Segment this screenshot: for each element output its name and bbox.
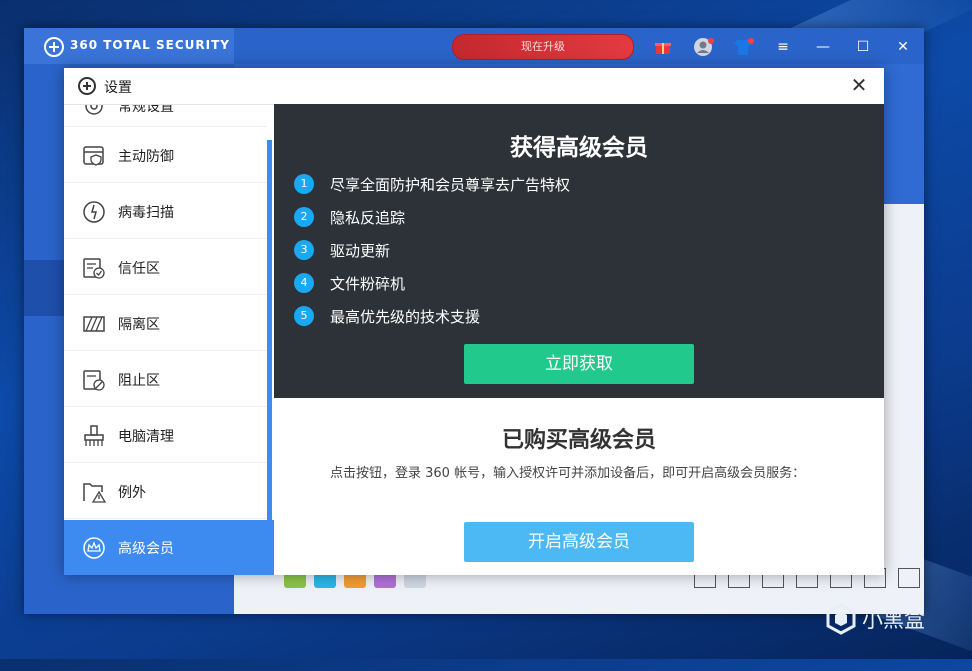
block-zone-icon xyxy=(83,370,105,391)
feature-text: 文件粉碎机 xyxy=(330,275,406,293)
notification-dot xyxy=(708,38,714,44)
nav-item-cleanup[interactable]: 电脑清理 xyxy=(64,408,267,463)
activate-premium-button[interactable]: 开启高级会员 xyxy=(464,522,694,562)
nav-item-virus-scan[interactable]: 病毒扫描 xyxy=(64,184,267,239)
tool-icon[interactable] xyxy=(898,568,920,588)
app-titlebar: 360 TOTAL SECURITY 现在升级 ≡ — ☐ ✕ xyxy=(24,28,924,64)
window-close-button[interactable]: ✕ xyxy=(892,36,914,58)
nav-item-label: 高级会员 xyxy=(118,541,174,557)
minimize-button[interactable]: — xyxy=(812,36,834,58)
nav-item-quarantine[interactable]: 隔离区 xyxy=(64,296,267,351)
nav-item-block-zone[interactable]: 阻止区 xyxy=(64,352,267,407)
app-logo-icon xyxy=(44,37,64,57)
gift-icon[interactable] xyxy=(652,36,674,58)
nav-item-exception[interactable]: 例外 xyxy=(64,464,267,519)
upgrade-button[interactable]: 现在升级 xyxy=(452,34,634,60)
settings-nav: 常规设置 主动防御 病毒扫描 信任区 隔离区 阻止区 电脑清理 例外 高级会员 xyxy=(64,105,274,575)
skin-shirt-icon[interactable] xyxy=(732,36,754,58)
feature-number: 2 xyxy=(294,207,314,227)
nav-item-trust-zone[interactable]: 信任区 xyxy=(64,240,267,295)
feature-text: 尽享全面防护和会员尊享去广告特权 xyxy=(330,176,571,194)
app-title: 360 TOTAL SECURITY xyxy=(70,38,230,52)
nav-item-active-defense[interactable]: 主动防御 xyxy=(64,128,267,183)
nav-item-general[interactable]: 常规设置 xyxy=(64,105,267,127)
exception-icon xyxy=(83,483,106,503)
dialog-title: 设置 xyxy=(104,80,132,96)
upsell-title: 获得高级会员 xyxy=(510,135,648,161)
purchased-panel: 已购买高级会员 点击按钮，登录 360 帐号，输入授权许可并添加设备后，即可开启… xyxy=(274,398,884,575)
feature-number: 4 xyxy=(294,273,314,293)
notification-dot xyxy=(748,38,754,44)
watermark: 小黑盒 xyxy=(826,603,925,635)
gear-icon xyxy=(85,105,103,115)
maximize-button[interactable]: ☐ xyxy=(852,36,874,58)
nav-item-label: 病毒扫描 xyxy=(118,205,174,221)
nav-item-label: 主动防御 xyxy=(118,149,174,165)
dialog-header: 设置 ✕ xyxy=(64,68,884,105)
feature-text: 最高优先级的技术支援 xyxy=(330,308,481,326)
nav-item-label: 电脑清理 xyxy=(118,429,174,445)
feature-number: 3 xyxy=(294,240,314,260)
quarantine-icon xyxy=(83,316,105,332)
nav-scrollbar[interactable] xyxy=(267,140,272,575)
menu-icon[interactable]: ≡ xyxy=(772,36,794,58)
watermark-text: 小黑盒 xyxy=(862,608,925,632)
nav-item-label: 信任区 xyxy=(118,261,160,277)
nav-item-label: 例外 xyxy=(118,485,146,501)
active-defense-icon xyxy=(83,146,104,166)
purchased-description: 点击按钮，登录 360 帐号，输入授权许可并添加设备后，即可开启高级会员服务： xyxy=(330,466,806,481)
get-premium-button[interactable]: 立即获取 xyxy=(464,344,694,384)
feature-text: 隐私反追踪 xyxy=(330,209,406,227)
settings-logo-icon xyxy=(78,77,96,95)
feature-text: 驱动更新 xyxy=(330,242,391,260)
trust-zone-icon xyxy=(83,258,105,279)
nav-item-premium[interactable]: 高级会员 xyxy=(64,520,274,575)
settings-dialog: 设置 ✕ 常规设置 主动防御 病毒扫描 信任区 隔离区 阻止区 电脑清理 例外 … xyxy=(64,68,884,575)
nav-item-label: 隔离区 xyxy=(118,317,160,333)
nav-item-label: 阻止区 xyxy=(118,373,160,389)
feature-number: 5 xyxy=(294,306,314,326)
virus-scan-icon xyxy=(83,201,105,223)
watermark-logo-icon xyxy=(826,603,856,635)
purchased-title: 已购买高级会员 xyxy=(501,428,656,453)
nav-item-label: 常规设置 xyxy=(118,105,174,115)
dialog-close-button[interactable]: ✕ xyxy=(848,74,870,96)
cleanup-icon xyxy=(84,425,104,446)
user-avatar-icon[interactable] xyxy=(692,36,714,58)
premium-icon xyxy=(83,537,105,559)
premium-upsell-panel: 获得高级会员 1 尽享全面防护和会员尊享去广告特权 2 隐私反追踪 3 驱动更新… xyxy=(274,104,884,398)
feature-number: 1 xyxy=(294,174,314,194)
